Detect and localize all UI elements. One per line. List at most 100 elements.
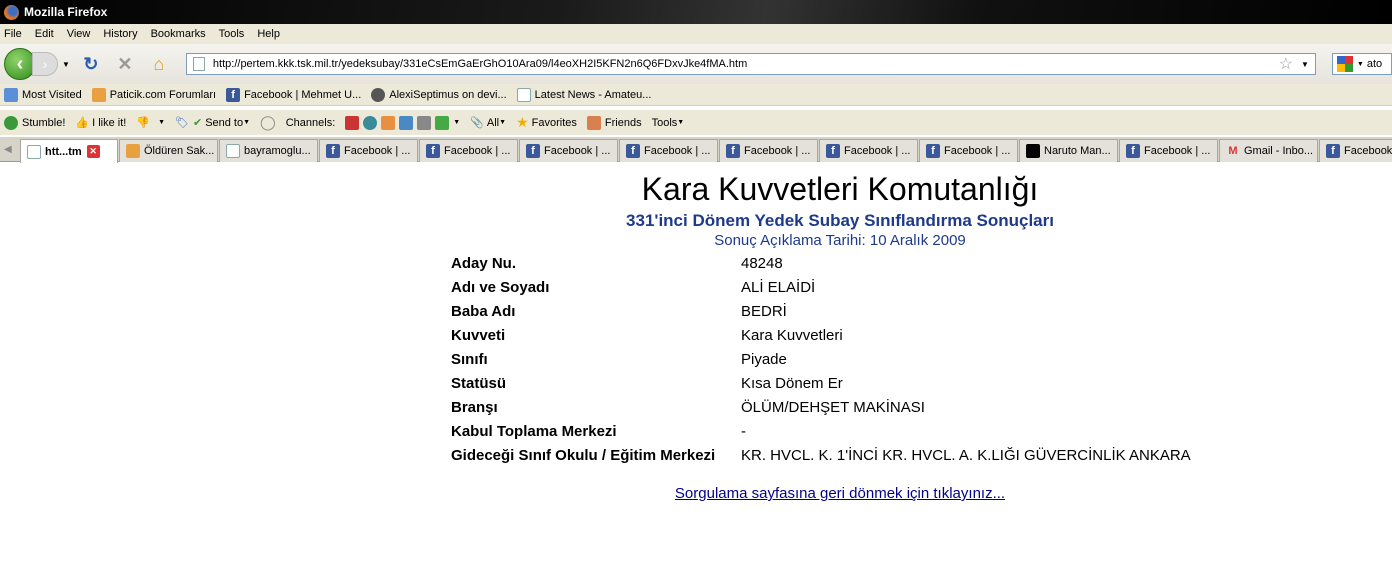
bookmark-label: Facebook | Mehmet U...: [244, 88, 362, 101]
paw-icon: [126, 144, 140, 158]
youtube-icon[interactable]: [345, 115, 360, 130]
bookmark-label: Latest News - Amateu...: [534, 88, 652, 101]
forward-button[interactable]: ›: [32, 52, 58, 76]
folder-icon: [4, 87, 18, 102]
navigation-toolbar: ‹ › ▼ ↻ ✕ ⌂ http://pertem.kkk.tsk.mil.tr…: [0, 44, 1392, 84]
facebook-icon: f: [726, 144, 740, 158]
menu-file[interactable]: File: [4, 28, 22, 40]
bookmark-latest-news[interactable]: Latest News - Amateu...: [516, 87, 652, 102]
tab[interactable]: f Facebook | ...: [1119, 139, 1218, 162]
tab-label: Gmail - Inbo...: [1244, 145, 1314, 157]
google-icon[interactable]: [1336, 56, 1353, 72]
bookmark-label: AlexiSeptimus on devi...: [389, 88, 507, 101]
stumbleupon-toolbar: Stumble! 👍 I like it! 👎 ▼ 🏷 ✔ Send to ▼ ◯ Cha…: [0, 110, 1392, 135]
tab[interactable]: Naruto Man...: [1019, 139, 1118, 162]
tab[interactable]: f Facebook | ...: [819, 139, 918, 162]
search-box[interactable]: ▼ ato: [1331, 53, 1392, 75]
tab[interactable]: f Facebook | ...: [419, 139, 518, 162]
favorites-label: Favorites: [531, 116, 577, 129]
bookmark-facebook[interactable]: f Facebook | Mehmet U...: [226, 87, 362, 102]
tab[interactable]: f Facebook | ...: [619, 139, 718, 162]
dropdown-icon[interactable]: ▼: [453, 119, 460, 126]
bookmark-alexiseptimus[interactable]: AlexiSeptimus on devi...: [371, 87, 507, 102]
paw-icon: [91, 87, 106, 102]
page-icon: [226, 144, 240, 158]
facebook-icon: f: [426, 144, 440, 158]
facebook-icon: f: [1126, 144, 1140, 158]
field-label: Kabul Toplama Merkezi: [451, 422, 617, 440]
like-button[interactable]: 👍 I like it!: [75, 116, 126, 130]
tab[interactable]: M Gmail - Inbo...: [1219, 139, 1318, 162]
gmail-icon: M: [1228, 145, 1238, 157]
menu-edit[interactable]: Edit: [35, 28, 54, 40]
announcement-date: Sonuç Açıklama Tarihi: 10 Aralık 2009: [714, 232, 966, 249]
all-button[interactable]: 📎 All ▼: [470, 116, 506, 130]
friends-button[interactable]: Friends: [586, 115, 642, 130]
tab[interactable]: f Facebook | ...: [319, 139, 418, 162]
bookmark-paticik[interactable]: Paticik.com Forumları: [91, 87, 216, 102]
deviantart-icon: [371, 87, 386, 102]
field-label: Statüsü: [451, 374, 507, 392]
tab-label: Facebook: [1344, 145, 1392, 157]
star-icon: ★: [516, 114, 529, 130]
shuffle-icon[interactable]: [435, 115, 450, 130]
url-dropdown-icon[interactable]: ▼: [1301, 60, 1309, 69]
close-tab-icon[interactable]: ✕: [86, 145, 100, 158]
send-to-button[interactable]: 🏷 ✔ Send to ▼: [175, 116, 250, 130]
onemanga-icon: [1026, 144, 1040, 158]
search-input[interactable]: ato: [1367, 58, 1382, 70]
tools-button[interactable]: Tools ▼: [652, 117, 685, 129]
home-icon[interactable]: ⌂: [146, 54, 172, 75]
photos-icon[interactable]: [399, 115, 414, 130]
tab[interactable]: bayramoglu...: [219, 139, 318, 162]
bookmark-most-visited[interactable]: Most Visited: [4, 87, 82, 102]
page-icon: [192, 57, 205, 71]
favorites-button[interactable]: ★ Favorites: [516, 114, 577, 131]
field-label: Baba Adı: [451, 302, 516, 320]
menu-tools[interactable]: Tools: [219, 28, 245, 40]
facebook-icon: f: [326, 144, 340, 158]
tab-label: Facebook | ...: [744, 145, 811, 157]
bookmark-label: Most Visited: [22, 88, 82, 101]
menu-bookmarks[interactable]: Bookmarks: [151, 28, 206, 40]
back-to-query-link[interactable]: Sorgulama sayfasına geri dönmek için tık…: [0, 485, 1392, 502]
stumble-button[interactable]: Stumble!: [4, 115, 65, 130]
stop-icon[interactable]: ✕: [112, 54, 138, 75]
address-bar[interactable]: http://pertem.kkk.tsk.mil.tr/yedeksubay/…: [185, 53, 1316, 75]
firefox-icon: [4, 4, 19, 20]
history-dropdown-icon[interactable]: ▼: [62, 60, 70, 69]
dropdown-icon[interactable]: ▼: [158, 119, 165, 126]
field-value: BEDRİ: [741, 302, 787, 320]
menu-view[interactable]: View: [67, 28, 91, 40]
menu-help[interactable]: Help: [257, 28, 280, 40]
tab[interactable]: Öldüren Sak...: [119, 139, 218, 162]
engine-dropdown-icon[interactable]: ▼: [1357, 61, 1364, 68]
page-subtitle: 331'inci Dönem Yedek Subay Sınıflandırma…: [626, 211, 1054, 230]
field-value: ÖLÜM/DEHŞET MAKİNASI: [741, 398, 925, 416]
reload-icon[interactable]: ↻: [78, 54, 104, 75]
comment-button[interactable]: ◯: [260, 114, 276, 131]
people-icon[interactable]: [381, 115, 396, 130]
tv-icon[interactable]: [417, 115, 432, 130]
all-label: All: [486, 116, 500, 129]
bookmark-star-icon[interactable]: ☆: [1279, 54, 1293, 74]
globe-icon[interactable]: [363, 115, 378, 130]
tab-active[interactable]: htt...tm ✕: [20, 139, 118, 163]
page-icon: [27, 144, 41, 159]
tab[interactable]: f Facebook: [1319, 139, 1392, 162]
field-value: ALİ ELAİDİ: [741, 278, 816, 296]
tab-scroll-left-icon[interactable]: ◀: [4, 144, 12, 155]
result-row: Statüsü Kısa Dönem Er: [451, 371, 843, 395]
dislike-button[interactable]: 👎 ▼: [136, 116, 165, 129]
tab-label: Facebook | ...: [444, 145, 511, 157]
bookmarks-toolbar: Most Visited Paticik.com Forumları f Face…: [0, 84, 1392, 106]
tab[interactable]: f Facebook | ...: [919, 139, 1018, 162]
tab[interactable]: f Facebook | ...: [519, 139, 618, 162]
tab-label: Facebook | ...: [844, 145, 911, 157]
tab[interactable]: f Facebook | ...: [719, 139, 818, 162]
channels-text: Channels:: [285, 116, 336, 129]
tools-label: Tools: [651, 116, 678, 129]
menu-history[interactable]: History: [103, 28, 137, 40]
field-value: -: [741, 422, 746, 440]
url-text[interactable]: http://pertem.kkk.tsk.mil.tr/yedeksubay/…: [213, 58, 1279, 70]
